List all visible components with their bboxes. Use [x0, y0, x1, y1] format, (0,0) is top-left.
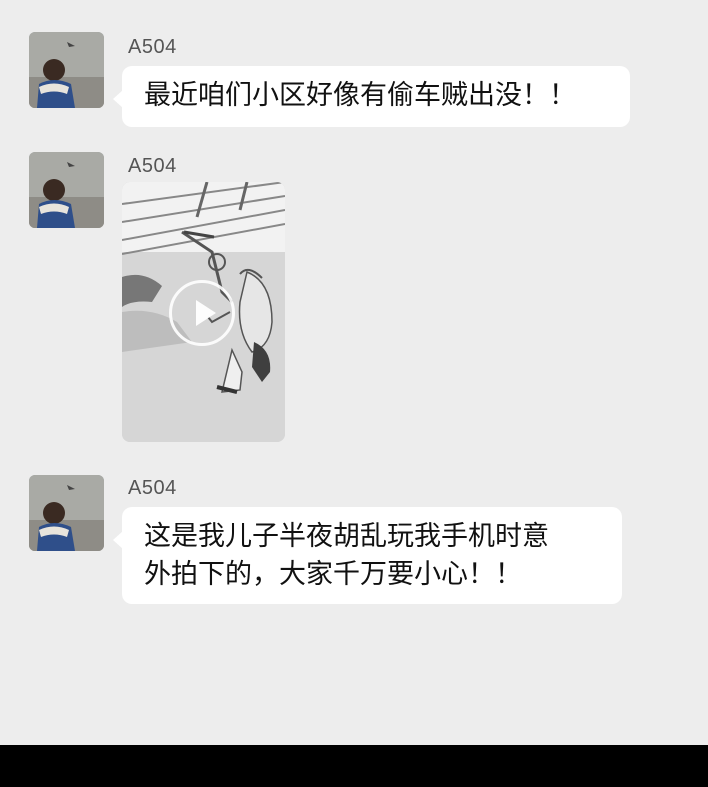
sender-name: A504: [128, 36, 177, 58]
play-icon: [196, 300, 216, 326]
avatar[interactable]: [29, 152, 104, 228]
video-message[interactable]: [122, 182, 285, 442]
message-bubble[interactable]: 最近咱们小区好像有偷车贼出没！！: [113, 66, 630, 127]
chat-area: A504 最近咱们小区好像有偷车贼出没！！ A504 A504 这是我儿子半夜胡…: [0, 0, 708, 745]
avatar[interactable]: [29, 32, 104, 108]
message-text-line: 这是我儿子半夜胡乱玩我手机时意: [144, 521, 549, 552]
bottom-bar: [0, 745, 708, 787]
avatar[interactable]: [29, 475, 104, 551]
message-text: 最近咱们小区好像有偷车贼出没！！: [144, 80, 576, 111]
message-text-line: 外拍下的，大家千万要小心！！: [144, 559, 522, 590]
message-bubble[interactable]: 这是我儿子半夜胡乱玩我手机时意 外拍下的，大家千万要小心！！: [113, 507, 622, 604]
play-button[interactable]: [169, 280, 235, 346]
sender-name: A504: [128, 155, 177, 177]
sender-name: A504: [128, 477, 177, 499]
